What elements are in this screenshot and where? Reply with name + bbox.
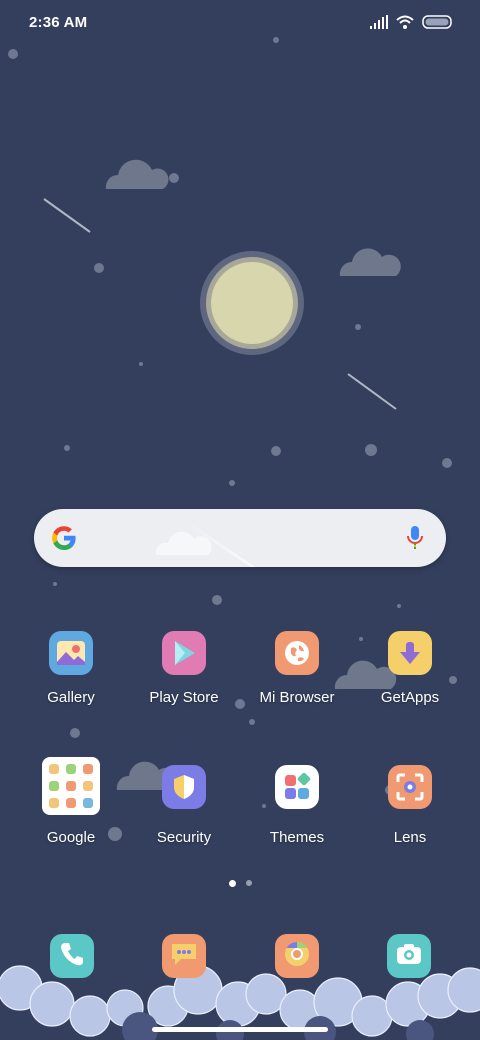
phone-icon bbox=[58, 940, 86, 973]
app-play-store[interactable]: Play Store bbox=[129, 631, 239, 731]
app-label: Security bbox=[156, 829, 212, 846]
dock-chrome[interactable] bbox=[275, 934, 319, 978]
app-label: Google bbox=[46, 829, 96, 846]
play-store-icon bbox=[162, 631, 206, 675]
app-gallery[interactable]: Gallery bbox=[16, 631, 126, 731]
microphone-icon[interactable] bbox=[406, 524, 424, 552]
folder-google[interactable]: Google bbox=[16, 757, 126, 857]
app-label: Mi Browser bbox=[259, 689, 335, 706]
app-label: Play Store bbox=[149, 689, 219, 706]
camera-icon bbox=[395, 941, 423, 972]
page-indicator bbox=[0, 879, 480, 887]
app-lens[interactable]: Lens bbox=[355, 765, 465, 865]
app-label: Gallery bbox=[47, 689, 95, 706]
google-g-icon[interactable] bbox=[50, 524, 78, 552]
signal-icon bbox=[370, 15, 388, 29]
app-mi-browser[interactable]: Mi Browser bbox=[242, 631, 352, 731]
globe-icon bbox=[275, 631, 319, 675]
download-arrow-icon bbox=[388, 631, 432, 675]
shield-icon bbox=[162, 765, 206, 809]
folder-icon bbox=[42, 757, 100, 815]
app-getapps[interactable]: GetApps bbox=[355, 631, 465, 731]
status-time: 2:36 AM bbox=[29, 13, 88, 31]
app-label: GetApps bbox=[380, 689, 440, 706]
google-search-bar[interactable] bbox=[34, 509, 446, 567]
app-label: Lens bbox=[393, 829, 427, 846]
cloud-shape bbox=[155, 531, 212, 555]
lens-icon bbox=[388, 765, 432, 809]
status-icons bbox=[370, 15, 452, 29]
app-security[interactable]: Security bbox=[129, 765, 239, 865]
themes-icon bbox=[275, 765, 319, 809]
app-themes[interactable]: Themes bbox=[242, 765, 352, 865]
messages-icon bbox=[169, 940, 199, 973]
dock-phone[interactable] bbox=[50, 934, 94, 978]
app-label: Themes bbox=[269, 829, 325, 846]
home-indicator[interactable] bbox=[152, 1027, 328, 1032]
dock-camera[interactable] bbox=[387, 934, 431, 978]
battery-icon bbox=[422, 15, 452, 29]
page-dot[interactable] bbox=[245, 880, 252, 886]
gallery-icon bbox=[49, 631, 93, 675]
status-bar: 2:36 AM bbox=[0, 0, 480, 44]
page-dot-active[interactable] bbox=[228, 879, 236, 887]
chrome-icon bbox=[282, 939, 312, 974]
dock-messages[interactable] bbox=[162, 934, 206, 978]
wifi-icon bbox=[396, 15, 414, 29]
